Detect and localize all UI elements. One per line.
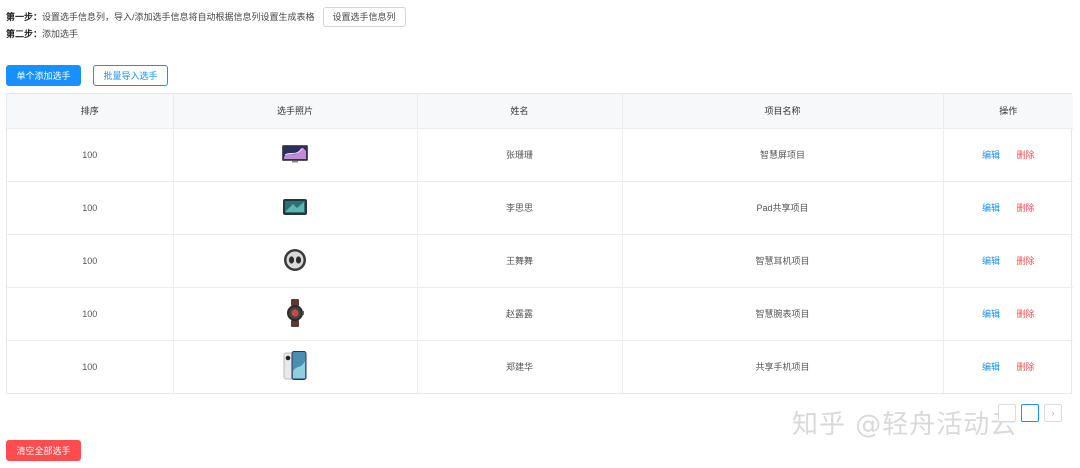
clear-all-contestants-button[interactable]: 清空全部选手 xyxy=(6,440,81,461)
table-row: 100 李思思 Pad共享项目 编辑 删除 xyxy=(7,181,1073,235)
delete-link[interactable]: 删除 xyxy=(1017,256,1035,266)
chevron-right-icon: › xyxy=(1051,408,1055,418)
actions-cell: 编辑 删除 xyxy=(943,234,1073,288)
order-cell: 100 xyxy=(7,340,174,393)
watermark-text: 知乎 @轻舟活动云 xyxy=(792,410,1018,440)
edit-link[interactable]: 编辑 xyxy=(982,150,1000,160)
order-cell: 100 xyxy=(7,181,174,235)
name-cell: 张珊珊 xyxy=(417,128,623,182)
order-cell: 100 xyxy=(7,287,174,341)
header-photo: 选手照片 xyxy=(173,94,418,129)
set-info-columns-button[interactable]: 设置选手信息列 xyxy=(322,6,406,27)
smartwatch-icon xyxy=(286,298,304,329)
table-row: 100 张珊珊 智慧屏项目 编辑 删除 xyxy=(7,128,1073,182)
add-single-contestant-button[interactable]: 单个添加选手 xyxy=(6,65,81,86)
name-cell: 王舞舞 xyxy=(417,234,623,288)
name-cell: 郑建华 xyxy=(417,340,623,393)
header-name: 姓名 xyxy=(417,94,623,129)
project-cell: 智慧腕表项目 xyxy=(622,287,944,341)
tablet-icon xyxy=(283,198,307,217)
earbuds-case-icon xyxy=(283,248,307,274)
header-order: 排序 xyxy=(7,94,174,129)
photo-cell xyxy=(173,181,418,235)
table-row: 100 赵露露 智慧腕表项目 编辑 删除 xyxy=(7,287,1073,341)
photo-cell xyxy=(173,340,418,393)
edit-link[interactable]: 编辑 xyxy=(982,362,1000,372)
photo-cell xyxy=(173,128,418,182)
prev-page-button[interactable] xyxy=(998,404,1016,422)
step-two: 第二步： 添加选手 xyxy=(6,25,406,42)
order-cell: 100 xyxy=(7,128,174,182)
current-page-button[interactable] xyxy=(1021,404,1039,422)
table-row: 100 王舞舞 智慧耳机项目 编辑 删除 xyxy=(7,234,1073,288)
header-project: 项目名称 xyxy=(622,94,944,129)
delete-link[interactable]: 删除 xyxy=(1017,150,1035,160)
name-cell: 李思思 xyxy=(417,181,623,235)
step-one-label: 第一步： xyxy=(6,12,43,22)
actions-cell: 编辑 删除 xyxy=(943,340,1073,393)
steps-instructions: 第一步： 设置选手信息列，导入/添加选手信息将自动根据信息列设置生成表格 设置选… xyxy=(6,6,406,42)
delete-link[interactable]: 删除 xyxy=(1017,309,1035,319)
step-two-label: 第二步： xyxy=(6,29,43,39)
project-cell: Pad共享项目 xyxy=(622,181,944,235)
order-cell: 100 xyxy=(7,234,174,288)
step-one: 第一步： 设置选手信息列，导入/添加选手信息将自动根据信息列设置生成表格 设置选… xyxy=(6,6,406,27)
header-actions: 操作 xyxy=(943,94,1073,129)
project-cell: 智慧耳机项目 xyxy=(622,234,944,288)
contestants-table: 排序 选手照片 姓名 项目名称 操作 100 张珊珊 智慧屏项目 编辑 删除 1… xyxy=(6,93,1073,394)
delete-link[interactable]: 删除 xyxy=(1017,203,1035,213)
name-cell: 赵露露 xyxy=(417,287,623,341)
delete-link[interactable]: 删除 xyxy=(1017,362,1035,372)
project-cell: 共享手机项目 xyxy=(622,340,944,393)
table-header-row: 排序 选手照片 姓名 项目名称 操作 xyxy=(7,94,1073,129)
pagination: › xyxy=(998,404,1062,422)
edit-link[interactable]: 编辑 xyxy=(982,256,1000,266)
photo-cell xyxy=(173,234,418,288)
step-one-text: 设置选手信息列，导入/添加选手信息将自动根据信息列设置生成表格 xyxy=(42,12,315,22)
batch-import-contestants-button[interactable]: 批量导入选手 xyxy=(93,65,168,86)
smart-screen-icon xyxy=(282,144,308,165)
actions-cell: 编辑 删除 xyxy=(943,128,1073,182)
step-two-text: 添加选手 xyxy=(42,29,79,39)
phone-icon xyxy=(283,350,307,383)
action-bar: 单个添加选手 批量导入选手 xyxy=(6,65,168,86)
actions-cell: 编辑 删除 xyxy=(943,287,1073,341)
next-page-button[interactable]: › xyxy=(1044,404,1062,422)
photo-cell xyxy=(173,287,418,341)
edit-link[interactable]: 编辑 xyxy=(982,203,1000,213)
actions-cell: 编辑 删除 xyxy=(943,181,1073,235)
table-row: 100 郑建华 共享手机项目 编辑 删除 xyxy=(7,340,1073,393)
project-cell: 智慧屏项目 xyxy=(622,128,944,182)
edit-link[interactable]: 编辑 xyxy=(982,309,1000,319)
